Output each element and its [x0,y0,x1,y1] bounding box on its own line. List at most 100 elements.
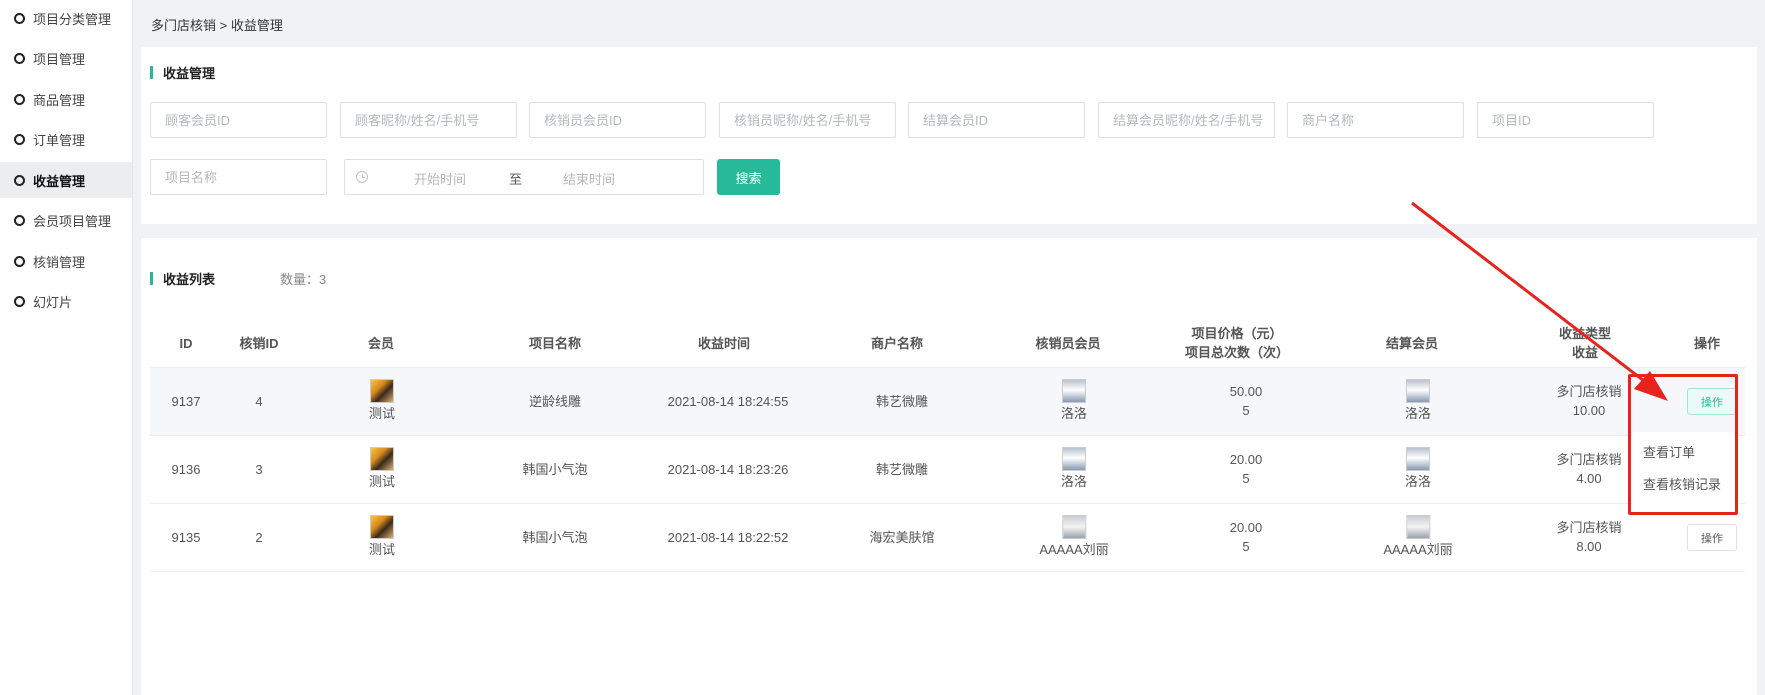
cell-settle: 洛洛 [1405,379,1431,423]
cell-verify-id: 3 [255,462,263,477]
col-header-id: ID [179,335,193,351]
staff-avatar [1061,515,1086,539]
circle-icon [14,295,25,307]
staff-name-input[interactable] [719,102,896,138]
cell-settle: 洛洛 [1405,447,1431,491]
col-header-member: 会员 [367,335,395,351]
col-header-project: 项目名称 [528,335,582,351]
sidebar-item-verify[interactable]: 核销管理 [0,243,132,279]
date-range-picker[interactable]: 开始时间 至 结束时间 [344,159,704,195]
cell-merchant: 韩艺微雕 [875,462,929,477]
clock-icon [356,171,368,183]
operate-button[interactable]: 操作 [1687,524,1737,551]
customer-id-input[interactable] [150,102,327,138]
search-title-text: 收益管理 [163,66,216,81]
circle-icon [14,12,25,24]
sidebar-item-label: 商品管理 [33,92,86,108]
circle-icon [14,133,25,145]
col-header-type: 收益类型 收益 [1558,326,1612,360]
cell-project: 逆龄线雕 [528,394,582,409]
search-section-title: 收益管理 [150,63,215,82]
cell-verify-id: 4 [255,394,263,409]
member-avatar [369,447,394,471]
sidebar-item-project[interactable]: 项目管理 [0,40,132,76]
sidebar-item-label: 收益管理 [33,173,86,189]
cell-staff: 洛洛 [1061,447,1087,491]
range-separator: 至 [509,172,523,187]
sidebar-item-goods[interactable]: 商品管理 [0,81,132,117]
record-count: 数量：3 [280,272,327,287]
end-time-placeholder[interactable]: 结束时间 [563,169,615,188]
sidebar-item-income[interactable]: 收益管理 [0,162,132,198]
search-button[interactable]: 搜索 [717,159,780,195]
cell-time: 2021-08-14 18:22:52 [667,530,789,545]
cell-id: 9137 [171,394,201,409]
start-time-placeholder[interactable]: 开始时间 [414,169,466,188]
sidebar-item-label: 项目分类管理 [33,11,112,27]
settle-name-input[interactable] [1098,102,1275,138]
cell-staff: 洛洛 [1061,379,1087,423]
sidebar-item-category[interactable]: 项目分类管理 [0,0,132,36]
cell-project: 韩国小气泡 [522,462,588,477]
title-accent-bar [150,272,153,285]
member-avatar [369,515,394,539]
col-header-settle: 结算会员 [1385,335,1439,351]
cell-time: 2021-08-14 18:24:55 [667,394,789,409]
cell-member: 测试 [369,515,395,559]
staff-id-input[interactable] [529,102,706,138]
sidebar-item-member-project[interactable]: 会员项目管理 [0,202,132,238]
cell-type: 多门店核销 10.00 [1556,384,1622,418]
circle-icon [14,214,25,226]
cell-merchant: 韩艺微雕 [875,394,929,409]
col-header-time: 收益时间 [697,335,751,351]
annotation-highlight-box [1628,374,1738,515]
sidebar-item-label: 订单管理 [33,132,86,148]
project-name-input[interactable] [150,159,327,195]
settle-avatar [1405,515,1430,539]
cell-member: 测试 [369,447,395,491]
cell-time: 2021-08-14 18:23:26 [667,462,789,477]
cell-member: 测试 [369,379,395,423]
cell-price: 20.00 5 [1229,452,1263,486]
col-header-verify-id: 核销ID [239,335,279,351]
staff-avatar [1061,379,1086,403]
sidebar-item-label: 核销管理 [33,254,86,270]
member-avatar [369,379,394,403]
circle-icon [14,255,25,267]
cell-id: 9136 [171,462,201,477]
sidebar-item-slides[interactable]: 幻灯片 [0,283,132,319]
cell-project: 韩国小气泡 [522,530,588,545]
list-title-text: 收益列表 [163,272,216,287]
cell-type: 多门店核销 4.00 [1556,452,1622,486]
cell-price: 20.00 5 [1229,520,1263,554]
cell-verify-id: 2 [255,530,263,545]
breadcrumb: 多门店核销 > 收益管理 [151,18,283,33]
project-id-input[interactable] [1477,102,1654,138]
cell-type: 多门店核销 8.00 [1556,520,1622,554]
sidebar-item-label: 幻灯片 [33,294,73,310]
circle-icon [14,93,25,105]
sidebar-item-label: 项目管理 [33,51,86,67]
staff-avatar [1061,447,1086,471]
sidebar-item-orders[interactable]: 订单管理 [0,121,132,157]
sidebar: 项目分类管理 项目管理 商品管理 订单管理 收益管理 会员项目管理 核销管理 幻… [0,0,133,695]
cell-settle: AAAAA刘丽 [1383,515,1453,559]
cell-staff: AAAAA刘丽 [1039,515,1109,559]
list-section-title: 收益列表 [150,269,215,288]
cell-price: 50.00 5 [1229,384,1263,418]
sidebar-item-label: 会员项目管理 [33,213,112,229]
settle-avatar [1405,447,1430,471]
customer-name-input[interactable] [340,102,517,138]
circle-icon [14,52,25,64]
col-header-merchant: 商户名称 [870,335,924,351]
circle-icon [14,174,25,186]
title-accent-bar [150,66,153,79]
col-header-price: 项目价格（元） 项目总次数（次） [1184,326,1290,360]
settle-id-input[interactable] [908,102,1085,138]
settle-avatar [1405,379,1430,403]
cell-merchant: 海宏美肤馆 [869,530,935,545]
cell-id: 9135 [171,530,201,545]
merchant-input[interactable] [1287,102,1464,138]
col-header-op: 操作 [1693,335,1721,351]
col-header-staff: 核销员会员 [1035,335,1101,351]
